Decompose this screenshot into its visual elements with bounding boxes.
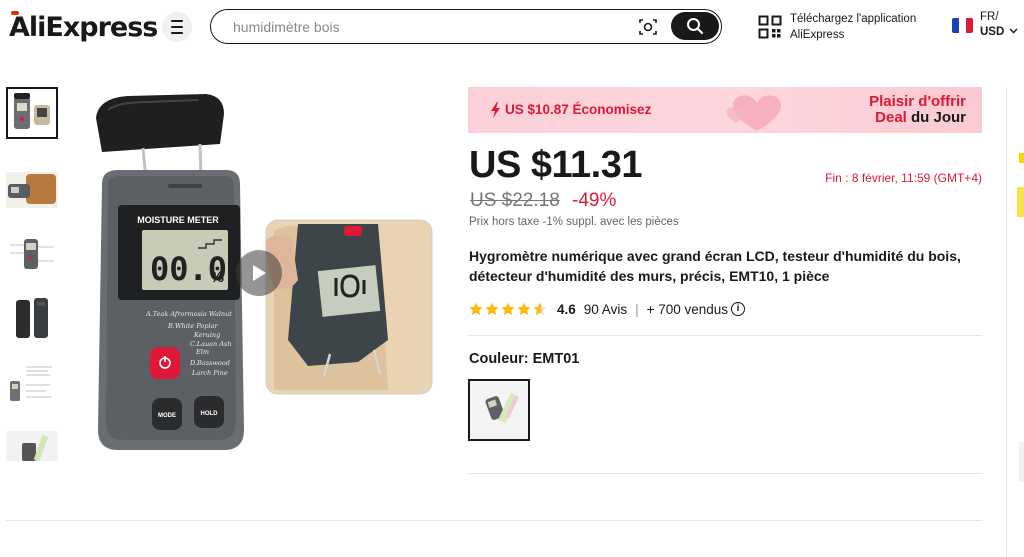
thumbnail-wood-image — [6, 172, 58, 208]
discount-percent: -49% — [572, 190, 617, 211]
lightning-icon — [491, 102, 500, 118]
promo-saving: US $10.87 Économisez — [505, 102, 652, 117]
heart-decoration-icon — [726, 95, 782, 131]
qr-code-icon[interactable] — [758, 15, 782, 39]
wood-line-6: D.Basswood — [189, 359, 230, 367]
thumbnail-3[interactable] — [6, 233, 58, 285]
device-mode: MODE — [158, 413, 176, 419]
star-half-icon — [533, 302, 547, 316]
play-icon — [253, 265, 266, 281]
app-line-1: Téléchargez l'application — [790, 13, 917, 25]
locale-language: FR/ — [980, 11, 999, 23]
thumbnail-meter-image — [14, 93, 50, 129]
wood-line-1: A.Teak Afrormosia Walnut — [145, 310, 232, 318]
star-icon — [485, 302, 499, 316]
rating-row: 4.6 90 Avis | + 700 vendus i — [469, 300, 746, 318]
thumbnail-4[interactable] — [6, 294, 58, 346]
sold-count: + 700 vendus — [646, 301, 729, 317]
locale-selector[interactable]: FR/ USD — [980, 10, 1004, 40]
search-button[interactable] — [671, 12, 719, 40]
deal-of-day-word: du Jour — [906, 109, 966, 126]
current-price: US $11.31 — [469, 144, 642, 186]
deal-line-1: Plaisir d'offrir — [869, 93, 966, 110]
thumbnail-5[interactable] — [6, 361, 58, 413]
device-unit: % — [210, 270, 224, 286]
divider — [468, 335, 982, 336]
search-bar — [210, 9, 722, 44]
info-icon[interactable]: i — [731, 302, 746, 316]
color-label: Couleur: EMT01 — [469, 351, 580, 367]
color-swatch-image — [470, 381, 528, 439]
color-option-emt01[interactable] — [468, 379, 530, 441]
star-rating[interactable] — [469, 302, 547, 316]
rating-separator: | — [635, 301, 639, 317]
product-main-image[interactable]: MOISTURE METER 00.0 % A.Teak Afrormosia … — [88, 90, 438, 460]
download-app-link[interactable]: Téléchargez l'application AliExpress — [790, 11, 916, 43]
chevron-down-icon[interactable] — [1009, 28, 1018, 34]
product-title: Hygromètre numérique avec grand écran LC… — [469, 248, 961, 284]
wood-line-4: C.Lauan Ash — [190, 340, 232, 348]
original-price: US $22.18 — [470, 190, 560, 211]
thumbnail-diagram-image — [10, 239, 54, 269]
wood-line-2: B.White Poplar — [167, 322, 218, 330]
thumbnail-spec-image — [10, 366, 52, 401]
locale-currency: USD — [980, 26, 1005, 38]
app-line-2: AliExpress — [790, 29, 845, 41]
deal-line-2: Deal du Jour — [875, 109, 966, 126]
tax-note: Prix hors taxe -1% suppl. avec les pièce… — [469, 216, 679, 228]
promo-banner[interactable]: US $10.87 Économisez Plaisir d'offrir De… — [468, 87, 982, 133]
reviews-link[interactable]: 90 Avis — [584, 302, 627, 317]
thumbnail-package-image — [6, 431, 58, 461]
star-icon — [501, 302, 515, 316]
thumbnail-1[interactable] — [6, 87, 58, 139]
logo-accent — [11, 11, 19, 15]
thumbnail-6[interactable] — [6, 431, 58, 461]
star-icon — [517, 302, 531, 316]
wood-line-5: Elm — [195, 348, 209, 356]
image-search-icon[interactable] — [638, 17, 658, 37]
right-side-panel — [1006, 87, 1024, 557]
thumbnail-2[interactable] — [6, 164, 58, 216]
hamburger-icon — [171, 18, 183, 36]
rating-score: 4.6 — [557, 301, 576, 317]
menu-button[interactable] — [162, 12, 192, 42]
divider — [468, 473, 982, 474]
france-flag-icon[interactable] — [952, 18, 973, 33]
aliexpress-logo[interactable]: AliExpress — [9, 11, 158, 43]
search-input[interactable] — [233, 17, 633, 37]
deal-word: Deal — [875, 109, 907, 126]
thumbnail-back-image — [16, 298, 48, 338]
divider — [6, 520, 982, 521]
star-icon — [469, 302, 483, 316]
video-play-button[interactable] — [236, 250, 282, 296]
logo-text: AliExpress — [9, 12, 158, 43]
wood-line-7: Larch Pine — [191, 369, 228, 377]
device-label: MOISTURE METER — [137, 215, 219, 225]
wood-line-3: Keruing — [193, 331, 220, 339]
device-hold: HOLD — [201, 411, 219, 417]
deal-end-time: Fin : 8 février, 11:59 (GMT+4) — [825, 171, 982, 185]
search-icon — [687, 18, 704, 35]
header: AliExpress Téléchargez l'application Ali… — [0, 0, 1024, 60]
